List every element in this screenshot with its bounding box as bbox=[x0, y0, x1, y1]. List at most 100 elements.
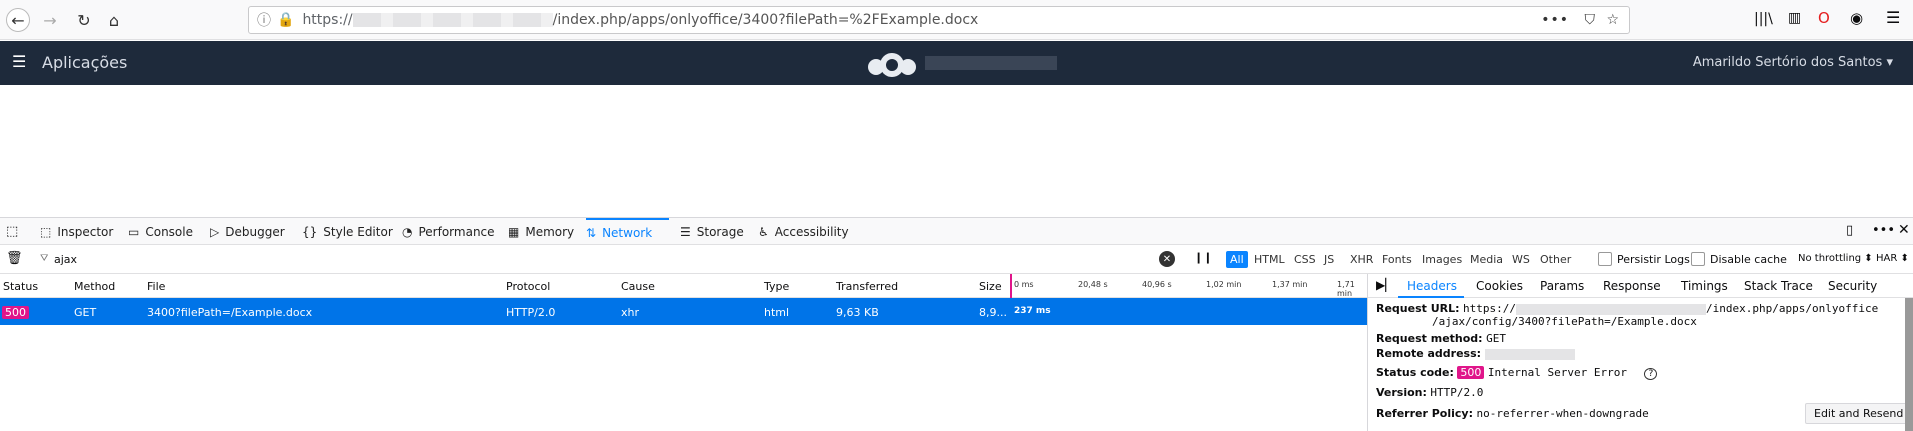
har-menu[interactable]: HAR ⬍ bbox=[1876, 253, 1909, 264]
pocket-icon[interactable]: ⛉ bbox=[1585, 12, 1596, 28]
col-transferred[interactable]: Transferred bbox=[836, 280, 898, 293]
tab-stack-trace[interactable]: Stack Trace bbox=[1744, 279, 1813, 293]
tab-headers[interactable]: Headers bbox=[1407, 279, 1457, 293]
more-icon[interactable]: ••• bbox=[1541, 12, 1569, 28]
opera-extension-icon[interactable]: O bbox=[1818, 9, 1830, 27]
back-icon[interactable]: ← bbox=[6, 8, 30, 32]
edit-and-resend-button[interactable]: Edit and Resend bbox=[1805, 403, 1913, 424]
info-icon[interactable]: ⓘ bbox=[257, 10, 271, 30]
status-code-badge: 500 bbox=[1457, 366, 1485, 379]
tab-network[interactable]: ⇅ Network bbox=[586, 218, 669, 245]
toggle-panel-icon[interactable]: ▶▏ bbox=[1376, 278, 1394, 292]
timeline-tick: 1,71 min bbox=[1337, 280, 1355, 298]
tab-inspector[interactable]: ⬚ Inspector bbox=[40, 218, 113, 245]
tab-performance[interactable]: ◔ Performance bbox=[402, 218, 495, 245]
filter-fonts[interactable]: Fonts bbox=[1378, 251, 1416, 268]
hamburger-icon[interactable]: ☰ bbox=[12, 52, 26, 71]
tab-timings[interactable]: Timings bbox=[1681, 279, 1728, 293]
timeline-tick: 20,48 s bbox=[1078, 280, 1108, 289]
version-value: HTTP/2.0 bbox=[1430, 386, 1484, 399]
account-icon[interactable]: ◉ bbox=[1850, 9, 1863, 27]
table-row[interactable]: 500 GET 3400?filePath=/Example.docx HTTP… bbox=[0, 298, 1367, 325]
tab-params[interactable]: Params bbox=[1540, 279, 1584, 293]
app-title[interactable]: Aplicações bbox=[42, 53, 127, 72]
tab-security[interactable]: Security bbox=[1828, 279, 1877, 293]
filter-js[interactable]: JS bbox=[1320, 251, 1338, 268]
filter-other[interactable]: Other bbox=[1536, 251, 1575, 268]
address-bar[interactable]: ⓘ 🔒 https:// /index.php/apps/onlyoffice/… bbox=[248, 6, 1630, 34]
col-type[interactable]: Type bbox=[764, 280, 789, 293]
col-protocol[interactable]: Protocol bbox=[506, 280, 550, 293]
scrollbar[interactable] bbox=[1905, 298, 1913, 431]
tab-label: Debugger bbox=[225, 224, 285, 239]
tab-storage[interactable]: ☰ Storage bbox=[680, 218, 744, 245]
row-file: 3400?filePath=/Example.docx bbox=[147, 306, 313, 319]
filter-css[interactable]: CSS bbox=[1290, 251, 1320, 268]
bookmark-star-icon[interactable]: ☆ bbox=[1606, 12, 1619, 28]
pause-icon[interactable]: ❙❙ bbox=[1194, 251, 1212, 264]
user-menu[interactable]: Amarildo Sertório dos Santos ▾ bbox=[1693, 55, 1893, 70]
nextcloud-logo[interactable] bbox=[862, 47, 922, 79]
tab-label: Network bbox=[602, 225, 653, 240]
user-name: Amarildo Sertório dos Santos bbox=[1692, 55, 1883, 70]
clear-filter-icon[interactable]: ✕ bbox=[1159, 251, 1175, 267]
help-icon[interactable]: ? bbox=[1644, 368, 1658, 380]
debugger-icon: ▷ bbox=[210, 224, 220, 239]
persist-logs-label: Persistir Logs bbox=[1617, 253, 1690, 266]
throttling-select[interactable]: No throttling ⬍ bbox=[1798, 253, 1873, 264]
filter-html[interactable]: HTML bbox=[1250, 251, 1289, 268]
close-devtools-icon[interactable]: ✕ bbox=[1898, 222, 1910, 238]
tab-label: Console bbox=[145, 224, 193, 239]
tab-label: Inspector bbox=[57, 224, 114, 239]
library-icon[interactable]: |||\ bbox=[1754, 11, 1773, 27]
filter-media[interactable]: Media bbox=[1466, 251, 1507, 268]
tab-style-editor[interactable]: {} Style Editor bbox=[302, 218, 393, 245]
url-prefix: https:// bbox=[302, 12, 353, 28]
devtools-tabbar: ⬚ ⬚ Inspector ▭ Console ▷ Debugger {} Style … bbox=[0, 217, 1913, 245]
request-details-panel: ▶▏ Headers Cookies Params Response Timin… bbox=[1367, 274, 1913, 431]
menu-icon[interactable]: ☰ bbox=[1886, 8, 1900, 27]
redacted-host bbox=[352, 13, 553, 27]
tab-cookies[interactable]: Cookies bbox=[1476, 279, 1523, 293]
referrer-line: Referrer Policy: no-referrer-when-downgr… bbox=[1376, 407, 1649, 420]
version-line: Version: HTTP/2.0 bbox=[1376, 386, 1483, 399]
tab-memory[interactable]: ▦ Memory bbox=[508, 218, 574, 245]
col-method[interactable]: Method bbox=[74, 280, 115, 293]
filter-input[interactable]: ajax bbox=[54, 253, 77, 266]
braces-icon: {} bbox=[302, 224, 318, 239]
selected-tab-indicator bbox=[1398, 296, 1464, 298]
tab-debugger[interactable]: ▷ Debugger bbox=[210, 218, 285, 245]
filter-all[interactable]: All bbox=[1226, 251, 1248, 268]
forward-icon[interactable]: → bbox=[38, 8, 62, 32]
col-file[interactable]: File bbox=[147, 280, 165, 293]
gauge-icon: ◔ bbox=[402, 224, 413, 239]
timeline-tick: 1,37 min bbox=[1272, 280, 1308, 289]
tab-console[interactable]: ▭ Console bbox=[128, 218, 193, 245]
tab-response[interactable]: Response bbox=[1603, 279, 1661, 293]
persist-logs-checkbox[interactable] bbox=[1598, 252, 1612, 266]
sidebar-icon[interactable]: ▥ bbox=[1788, 10, 1801, 26]
filter-xhr[interactable]: XHR bbox=[1346, 251, 1377, 268]
request-url-line2: /ajax/config/3400?filePath=/Example.docx bbox=[1432, 315, 1697, 328]
home-icon[interactable]: ⌂ bbox=[102, 8, 126, 32]
col-size[interactable]: Size bbox=[979, 280, 1002, 293]
redacted-host bbox=[1516, 303, 1707, 315]
timeline-tick: 1,02 min bbox=[1206, 280, 1242, 289]
disable-cache-checkbox[interactable] bbox=[1691, 252, 1705, 266]
col-status[interactable]: Status bbox=[3, 280, 38, 293]
status-code-line: Status code: 500 Internal Server Error ? bbox=[1376, 366, 1658, 380]
accessibility-icon: ♿ bbox=[758, 224, 769, 239]
reload-icon[interactable]: ↻ bbox=[72, 8, 96, 32]
tab-accessibility[interactable]: ♿ Accessibility bbox=[758, 218, 849, 245]
filter-images[interactable]: Images bbox=[1418, 251, 1466, 268]
disable-cache-label: Disable cache bbox=[1710, 253, 1787, 266]
pick-element-icon[interactable]: ⬚ bbox=[6, 224, 18, 239]
tab-label: Storage bbox=[696, 224, 744, 239]
col-cause[interactable]: Cause bbox=[621, 280, 655, 293]
dock-icon[interactable]: ▯ bbox=[1846, 223, 1853, 238]
trash-icon[interactable]: 🗑 bbox=[6, 251, 23, 266]
options-icon[interactable]: ••• bbox=[1872, 223, 1895, 238]
request-url-prefix: https:// bbox=[1463, 302, 1517, 315]
filter-ws[interactable]: WS bbox=[1508, 251, 1534, 268]
request-method-line: Request method: GET bbox=[1376, 332, 1506, 345]
